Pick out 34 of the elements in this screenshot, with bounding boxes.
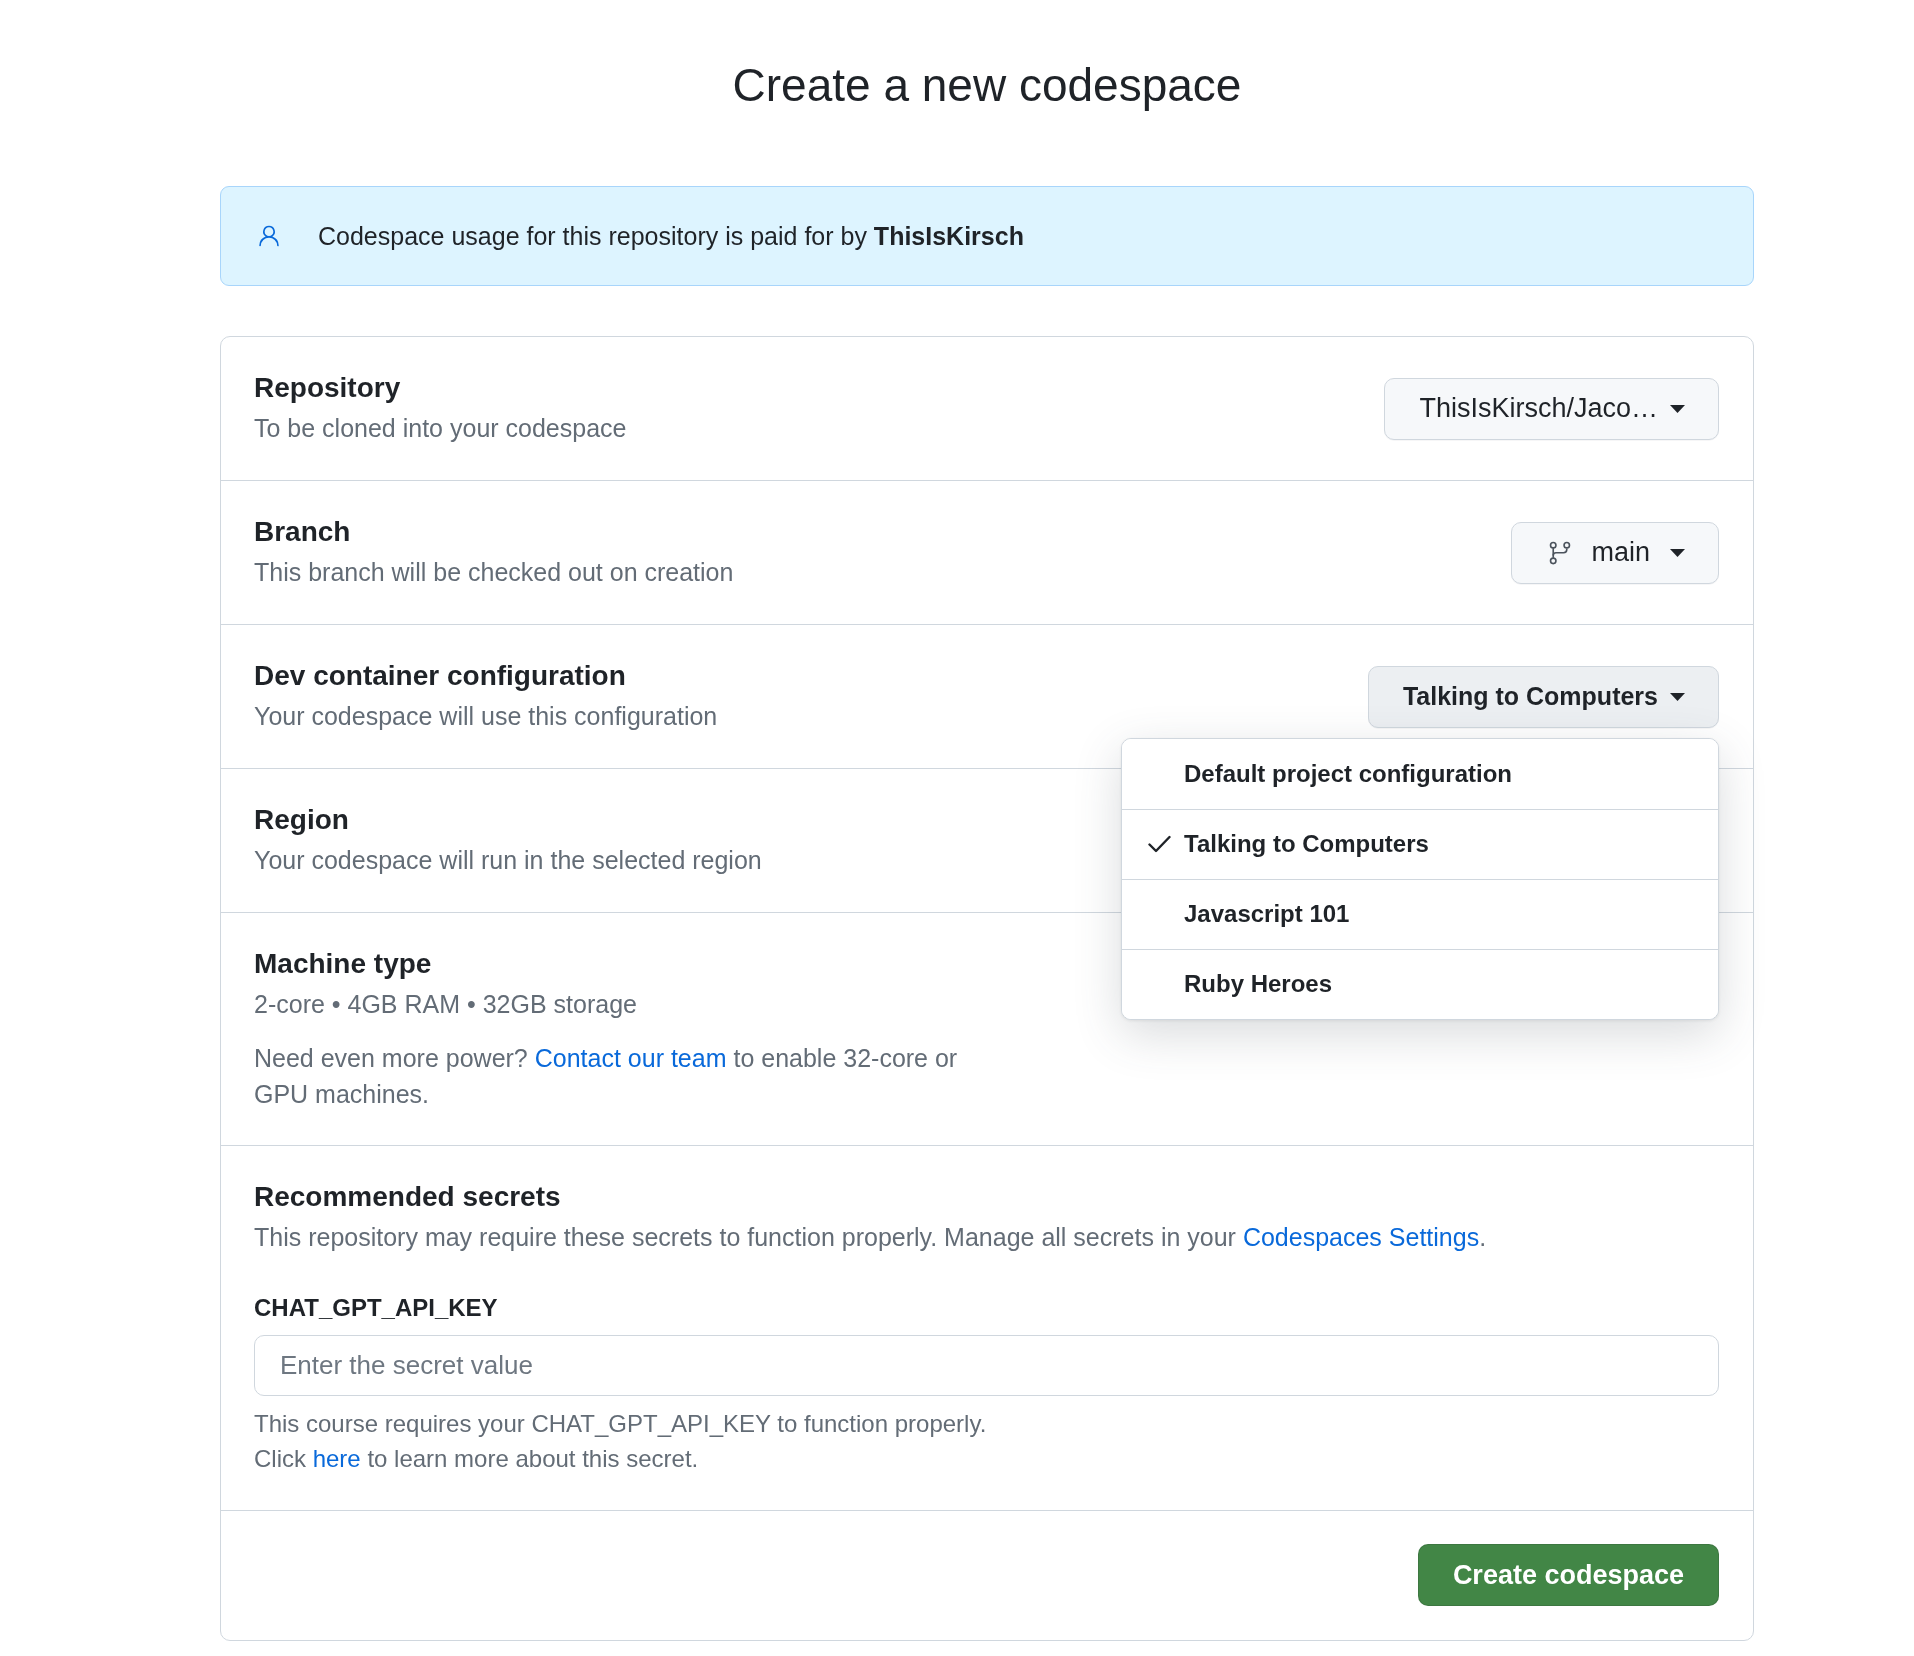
section-title: Recommended secrets <box>254 1180 562 1214</box>
setting-description: Your codespace will run in the selected region <box>254 845 762 876</box>
setting-description: To be cloned into your codespace <box>254 413 627 444</box>
select-button[interactable]: Talking to Computers <box>1367 665 1719 728</box>
setting-title: Repository <box>254 371 402 405</box>
secret-label: CHAT_GPT_API_KEY <box>254 1293 499 1323</box>
menu-option[interactable]: Default project configuration <box>1122 738 1718 809</box>
create-codespace-button[interactable]: Create codespace <box>1417 1544 1719 1606</box>
setting-description: 2-core • 4GB RAM • 32GB storage <box>254 989 638 1020</box>
setting-title: Machine type <box>254 947 433 981</box>
branch-select-button[interactable]: main <box>1511 521 1719 584</box>
menu-option[interactable]: Javascript 101 <box>1122 878 1718 949</box>
caret-icon <box>1670 692 1685 701</box>
secret-help-more: Click here to learn more about this secret. <box>254 1444 700 1474</box>
help-link[interactable]: here <box>312 1445 361 1472</box>
secret-input[interactable]: Enter the secret value <box>254 1335 1719 1396</box>
setting-note: Need even more power? Contact our team to enable 32-core or GPU machines. <box>254 1043 959 1110</box>
menu-option[interactable]: Ruby Heroes <box>1122 948 1718 1019</box>
page-title: Create a new codespace <box>731 58 1243 113</box>
billing-notice-text: Codespace usage for this repository is paid for by ThisIsKirsch <box>318 221 1024 252</box>
setting-title: Dev container configuration <box>254 659 627 693</box>
setting-description: Your codespace will use this configuration <box>254 701 718 732</box>
settings-link[interactable]: Codespaces Settings <box>1242 1223 1480 1251</box>
secret-help: This course requires your CHAT_GPT_API_KEY to function properly. <box>254 1409 988 1439</box>
setting-title: Region <box>254 803 350 837</box>
contact-link[interactable]: Contact our team <box>534 1044 727 1072</box>
section-description: This repository may require these secrets to function properly. Manage all secrets in your Codespaces Settings. <box>254 1222 1488 1253</box>
menu-option[interactable]: Talking to Computers <box>1122 808 1718 879</box>
person-icon <box>256 223 282 249</box>
caret-icon <box>1670 548 1685 557</box>
select-button[interactable]: ThisIsKirsch/Jaco… <box>1384 377 1719 440</box>
caret-icon <box>1670 404 1685 413</box>
setting-description: This branch will be checked out on creation <box>254 557 734 588</box>
setting-title: Branch <box>254 515 352 549</box>
